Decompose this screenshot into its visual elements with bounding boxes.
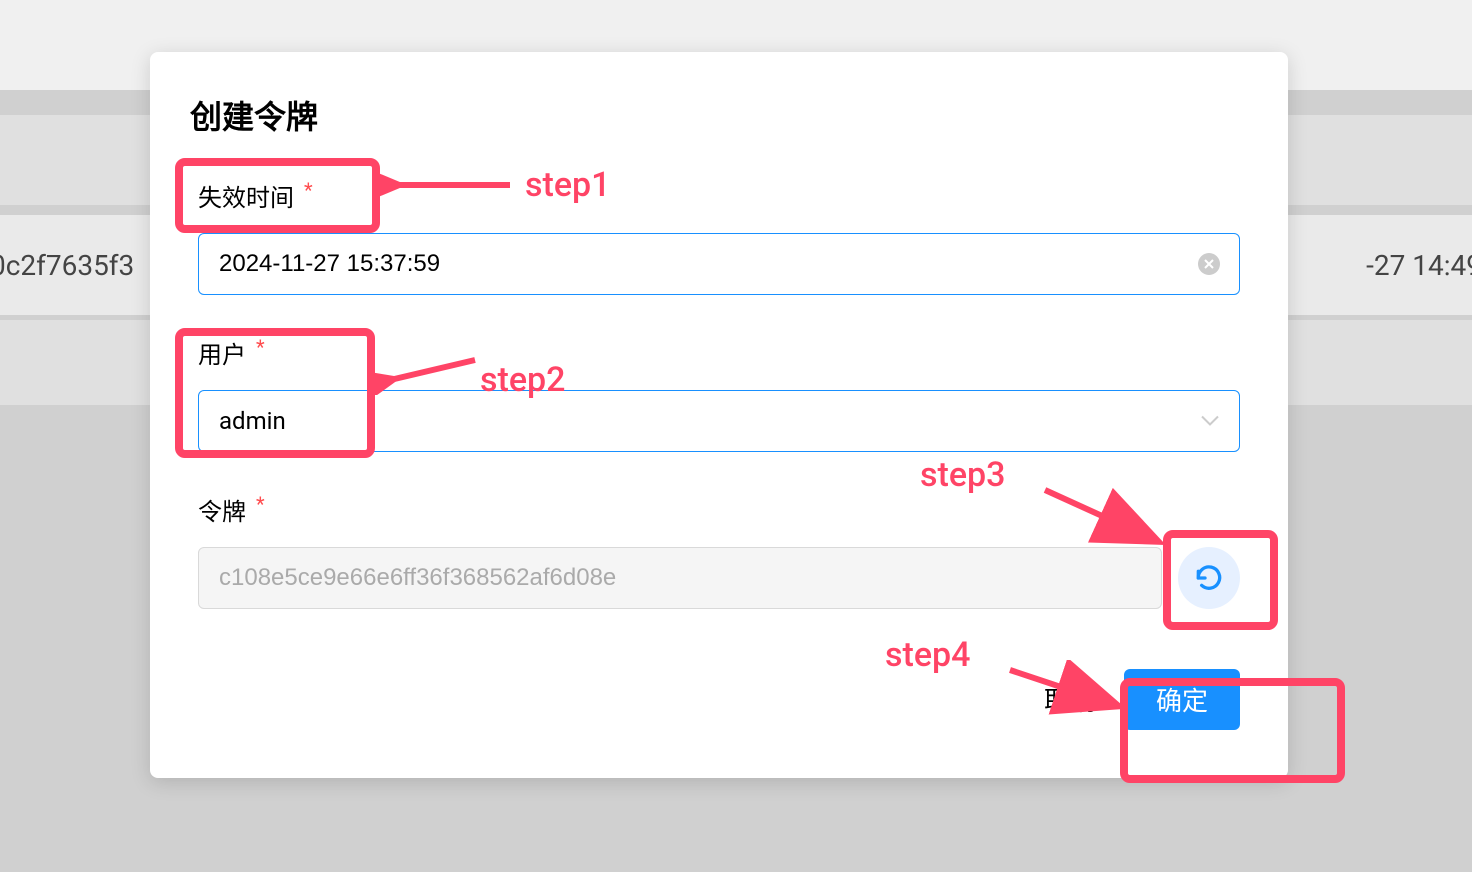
chevron-down-icon [1200,412,1220,431]
token-label: 令牌 * [198,492,1240,527]
required-asterisk: * [256,492,265,516]
refresh-token-button[interactable] [1178,547,1240,609]
expiry-input-wrapper [198,233,1240,295]
expiry-time-input[interactable] [198,233,1240,295]
clear-icon[interactable] [1198,253,1220,275]
token-label-text: 令牌 [198,498,246,526]
cancel-button[interactable]: 取消 [1040,671,1100,728]
token-input [198,547,1162,609]
required-asterisk: * [304,178,313,202]
token-group: 令牌 * [198,492,1240,609]
confirm-button[interactable]: 确定 [1124,669,1240,730]
user-label: 用户 * [198,335,1240,370]
close-x-icon [1204,259,1214,269]
token-row [198,547,1240,609]
user-select-value: admin [219,407,286,435]
expiry-label-text: 失效时间 [198,184,294,212]
modal-overlay: 创建令牌 失效时间 * 用户 * [0,0,1472,872]
expiry-time-label: 失效时间 * [198,178,1240,213]
modal-title: 创建令牌 [190,92,1240,138]
expiry-time-group: 失效时间 * [198,178,1240,295]
user-select[interactable]: admin [198,390,1240,452]
create-token-modal: 创建令牌 失效时间 * 用户 * [150,52,1288,778]
refresh-icon [1193,562,1225,594]
user-group: 用户 * admin [198,335,1240,452]
required-asterisk: * [256,335,265,359]
user-label-text: 用户 [198,341,246,369]
modal-footer: 取消 确定 [198,669,1240,730]
user-select-wrapper: admin [198,390,1240,452]
